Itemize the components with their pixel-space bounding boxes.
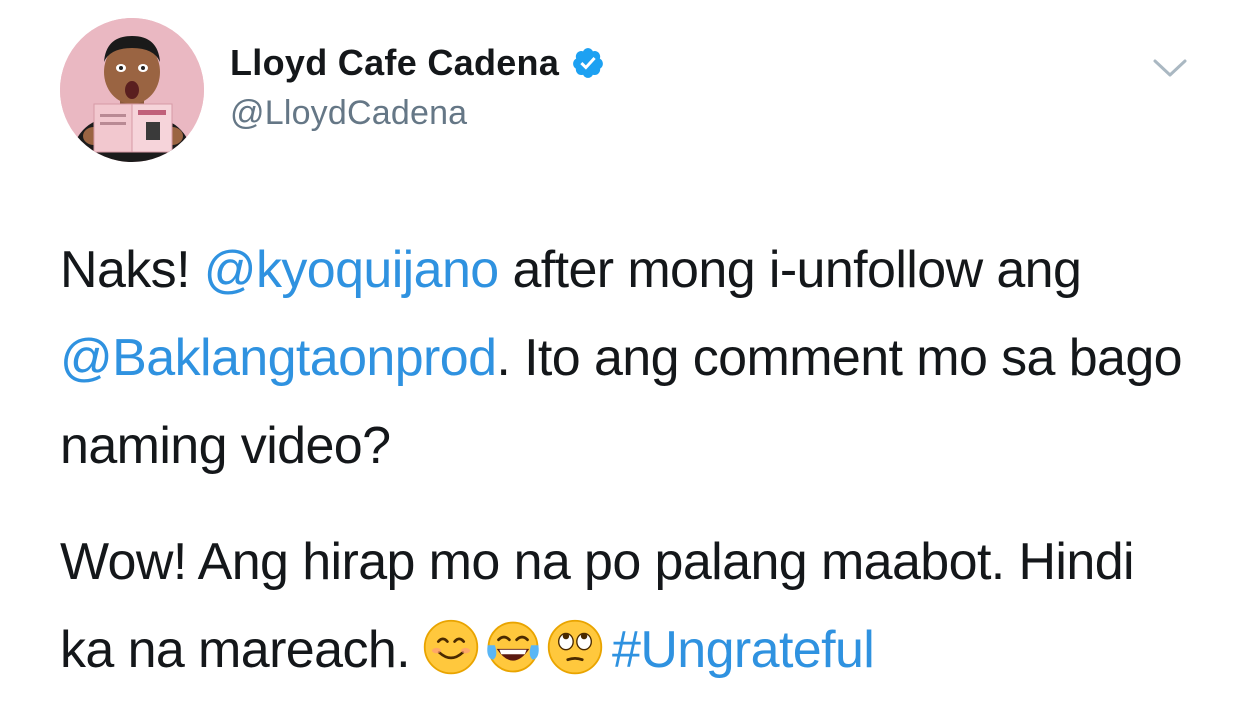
- tweet-text-paragraph-1: Naks! @kyoquijano after mong i-unfollow …: [60, 226, 1200, 490]
- user-handle[interactable]: @LloydCadena: [230, 94, 605, 133]
- tears-of-joy-emoji: [487, 621, 539, 673]
- tweet-menu-button[interactable]: [1150, 52, 1190, 82]
- hashtag-link[interactable]: #Ungrateful: [612, 621, 875, 679]
- smiling-face-emoji: [423, 620, 479, 675]
- tweet-text: after mong i-unfollow ang: [498, 241, 1082, 299]
- avatar-image: [60, 18, 204, 162]
- verified-badge-icon: [571, 46, 605, 80]
- eye-roll-emoji: [547, 620, 603, 675]
- avatar[interactable]: [60, 18, 204, 162]
- emoji-group: [422, 618, 604, 676]
- mention-link[interactable]: @Baklangtaonprod: [60, 329, 497, 387]
- tweet-card: Lloyd Cafe Cadena @LloydCadena Naks! @ky…: [0, 0, 1242, 720]
- chevron-down-icon: [1153, 59, 1187, 77]
- display-name[interactable]: Lloyd Cafe Cadena: [230, 42, 559, 84]
- name-row: Lloyd Cafe Cadena: [230, 38, 605, 88]
- tweet-text-paragraph-2: Wow! Ang hirap mo na po palang maabot. H…: [60, 518, 1200, 694]
- user-header: Lloyd Cafe Cadena @LloydCadena: [230, 38, 605, 133]
- tweet-text: Naks!: [60, 241, 204, 299]
- mention-link[interactable]: @kyoquijano: [204, 241, 499, 299]
